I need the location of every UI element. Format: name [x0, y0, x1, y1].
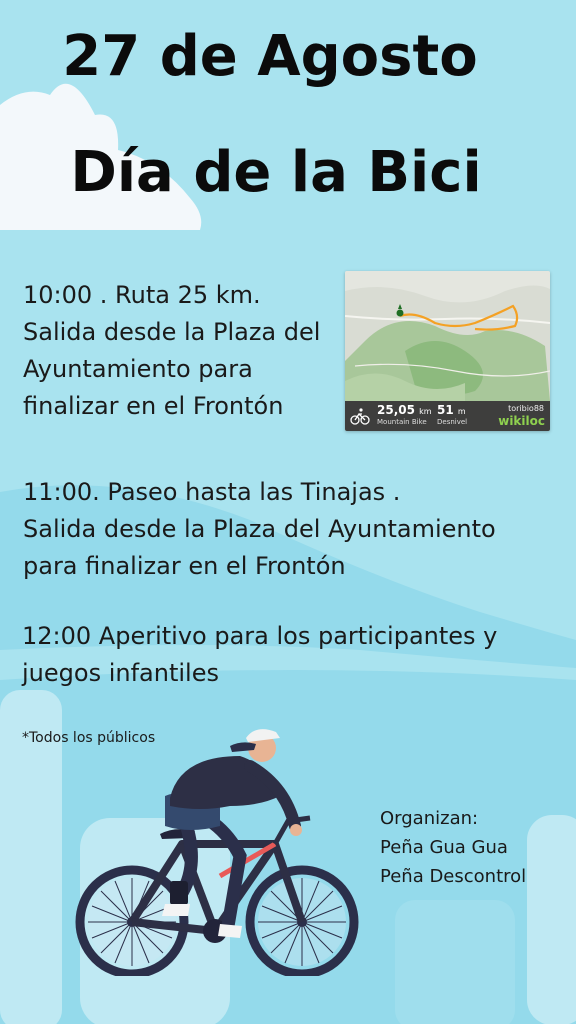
poster: 27 de Agosto Día de la Bici 10:00 . Ruta… — [0, 0, 576, 1024]
distance-value: 25,05 km — [377, 403, 432, 417]
event-line: Ayuntamiento para — [23, 355, 253, 383]
wikiloc-logo: wikiloc — [498, 414, 545, 428]
organizer-name: Peña Gua Gua — [380, 837, 508, 858]
elevation-label: Desnivel — [437, 418, 468, 426]
event-title: Día de la Bici — [70, 140, 482, 205]
distance-label: Mountain Bike — [377, 418, 427, 426]
elevation-value: 51 m — [437, 403, 466, 417]
event-line: Salida desde la Plaza del — [23, 318, 321, 346]
event-aperitivo: 12:00 Aperitivo para los participantes y… — [22, 618, 497, 692]
cyclist-illustration — [75, 729, 359, 976]
event-line: juegos infantiles — [22, 659, 219, 687]
organizers: Organizan: Peña Gua Gua Peña Descontrol — [380, 804, 526, 891]
event-line: Salida desde la Plaza del Ayuntamiento — [23, 515, 496, 543]
route-map-card: 25,05 km Mountain Bike 51 m Desnivel tor… — [345, 271, 550, 431]
map-stats-bar: 25,05 km Mountain Bike 51 m Desnivel tor… — [345, 401, 550, 431]
event-line: para finalizar en el Frontón — [23, 552, 346, 580]
event-line: 10:00 . Ruta 25 km. — [23, 281, 261, 309]
event-paseo: 11:00. Paseo hasta las Tinajas . Salida … — [23, 474, 496, 585]
event-line: 11:00. Paseo hasta las Tinajas . — [23, 478, 401, 506]
organizers-heading: Organizan: — [380, 808, 479, 829]
date-title: 27 de Agosto — [62, 24, 478, 89]
event-line: finalizar en el Frontón — [23, 392, 284, 420]
mountain-bike-icon — [350, 408, 370, 425]
event-ruta: 10:00 . Ruta 25 km. Salida desde la Plaz… — [23, 277, 320, 425]
event-line: 12:00 Aperitivo para los participantes y — [22, 622, 498, 650]
map-user: toribio88 — [508, 404, 544, 413]
organizer-name: Peña Descontrol — [380, 866, 527, 887]
